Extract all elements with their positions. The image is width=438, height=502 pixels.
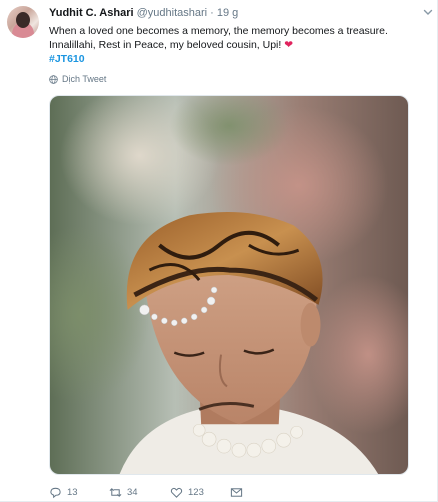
- retweet-button[interactable]: 34: [109, 484, 138, 500]
- author-name[interactable]: Yudhit C. Ashari: [49, 7, 134, 19]
- envelope-icon: [230, 487, 243, 497]
- tweet-text-line: When a loved one becomes a memory, the m…: [49, 25, 388, 37]
- header-separator: ·: [210, 7, 214, 19]
- portrait-photo: [50, 96, 408, 474]
- tweet-text: When a loved one becomes a memory, the m…: [49, 24, 429, 66]
- like-count: 123: [188, 486, 204, 498]
- reply-icon: [50, 487, 61, 498]
- tweet-card[interactable]: Yudhit C. Ashari @yudhitashari · 19 g Wh…: [0, 0, 438, 502]
- author-handle[interactable]: @yudhitashari: [137, 7, 207, 19]
- tweet-text-line: Innalillahi, Rest in Peace, my beloved c…: [49, 38, 429, 52]
- hashtag-link[interactable]: #JT610: [49, 53, 85, 65]
- translate-tweet-link[interactable]: Dịch Tweet: [49, 74, 106, 84]
- retweet-icon: [109, 487, 122, 497]
- tweet-header: Yudhit C. Ashari @yudhitashari · 19 g: [49, 6, 238, 20]
- translate-label: Dịch Tweet: [62, 74, 107, 84]
- direct-message-button[interactable]: [230, 484, 243, 500]
- reply-button[interactable]: 13: [49, 484, 78, 500]
- tweet-text-part: Innalillahi, Rest in Peace, my beloved c…: [49, 39, 282, 51]
- heart-icon: [170, 487, 183, 498]
- retweet-count: 34: [127, 486, 138, 498]
- author-avatar[interactable]: [7, 6, 39, 38]
- reply-count: 13: [67, 486, 78, 498]
- chevron-down-icon[interactable]: [423, 7, 433, 17]
- heart-emoji: ❤: [284, 39, 294, 51]
- globe-icon: [49, 74, 58, 84]
- tweet-timestamp[interactable]: 19 g: [217, 7, 238, 19]
- like-button[interactable]: 123: [170, 484, 204, 500]
- tweet-photo[interactable]: [49, 95, 409, 475]
